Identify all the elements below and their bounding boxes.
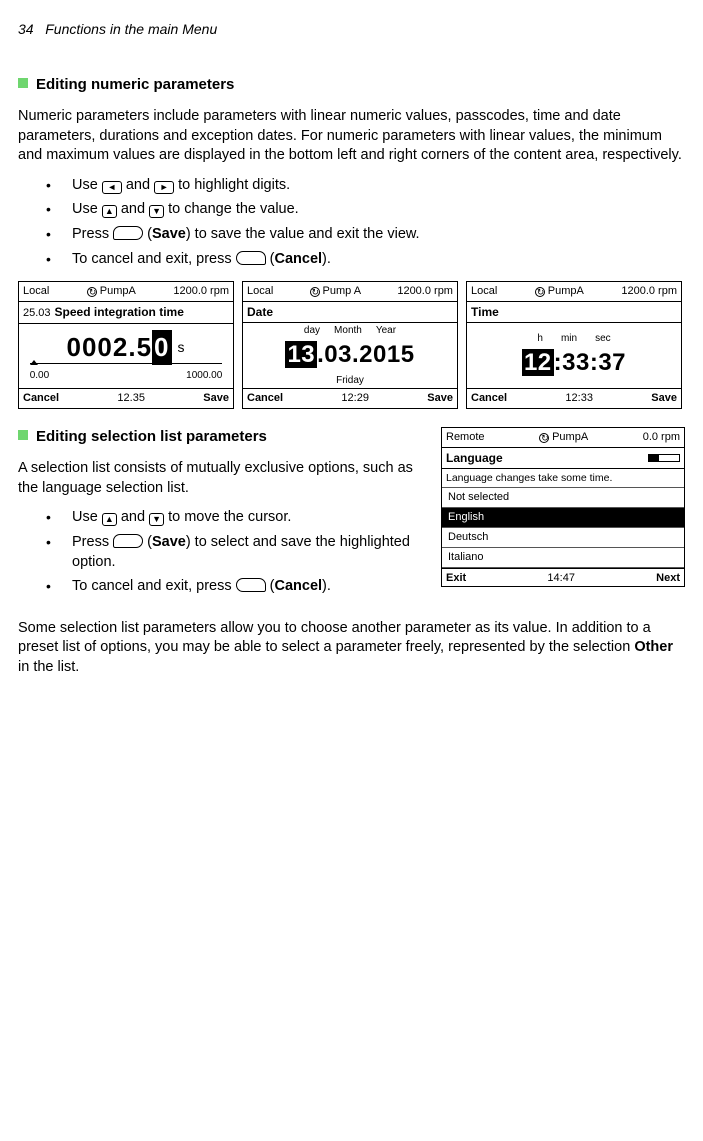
- down-arrow-icon: ▼: [149, 513, 164, 526]
- step-highlight-digits: Use ◄ and ► to highlight digits.: [46, 176, 685, 196]
- lcd1-min: 0.00: [30, 369, 49, 383]
- lcd4-clock: 14:47: [547, 571, 575, 586]
- lcd1-device: PumpA: [100, 284, 136, 299]
- lcd1-value: 0002.50s: [67, 330, 186, 365]
- lcd1-max: 1000.00: [186, 369, 222, 383]
- right-softkey-icon: [236, 578, 266, 592]
- lcd-language: Remote PumpA 0.0 rpm Language Language c…: [441, 427, 685, 587]
- up-arrow-icon: ▲: [102, 205, 117, 218]
- section-editing-numeric: Editing numeric parameters: [18, 75, 685, 95]
- lcd2-highlighted-digit: 13: [285, 341, 317, 368]
- lcd3-highlighted-digit: 12: [522, 349, 554, 376]
- section2-intro: A selection list consists of mutually ex…: [18, 459, 427, 498]
- numeric-screenshots-row: Local PumpA 1200.0 rpm 25.03Speed integr…: [18, 281, 685, 409]
- lcd3-body: h min sec 12:33:37: [467, 323, 681, 388]
- section-editing-selection: Editing selection list parameters: [18, 427, 427, 447]
- lcd4-help-text: Language changes take some time.: [442, 469, 684, 487]
- step-cancel: To cancel and exit, press (Cancel).: [46, 250, 685, 270]
- lcd2-footer: Cancel 12:29 Save: [243, 388, 457, 408]
- left-softkey-icon: [113, 534, 143, 548]
- lcd2-value: 13.03.2015: [285, 339, 414, 371]
- lcd4-exit: Exit: [446, 571, 466, 586]
- lcd2-cancel: Cancel: [247, 391, 283, 406]
- lcd1-statusbar: Local PumpA 1200.0 rpm: [19, 282, 233, 302]
- section2-title: Editing selection list parameters: [36, 428, 267, 445]
- lcd4-device: PumpA: [552, 430, 588, 445]
- section2-closing: Some selection list parameters allow you…: [18, 619, 685, 678]
- lcd3-save: Save: [651, 391, 677, 406]
- lcd1-clock: 12.35: [117, 391, 145, 406]
- right-arrow-icon: ►: [154, 181, 174, 194]
- page-header: 34 Functions in the main Menu: [18, 20, 685, 39]
- rotation-icon: [310, 287, 320, 297]
- left-arrow-icon: ◄: [102, 181, 122, 194]
- lcd2-statusbar: Local Pump A 1200.0 rpm: [243, 282, 457, 302]
- lcd1-range: 0.00 1000.00: [30, 369, 223, 383]
- step-save: Press (Save) to save the value and exit …: [46, 225, 685, 245]
- lcd3-device: PumpA: [548, 284, 584, 299]
- lcd4-mode: Remote: [446, 430, 485, 445]
- section-bullet-icon: [18, 430, 28, 440]
- lcd4-footer: Exit 14:47 Next: [442, 568, 684, 588]
- step-cancel-exit: To cancel and exit, press (Cancel).: [46, 577, 427, 597]
- lcd1-highlighted-digit: 0: [152, 330, 171, 365]
- lcd1-body: 0002.50s 0.00 1000.00: [19, 324, 233, 388]
- lcd3-cancel: Cancel: [471, 391, 507, 406]
- rotation-icon: [87, 287, 97, 297]
- lcd-speed-integration: Local PumpA 1200.0 rpm 25.03Speed integr…: [18, 281, 234, 409]
- lcd2-clock: 12:29: [341, 391, 369, 406]
- lcd3-speed: 1200.0 rpm: [621, 284, 677, 299]
- rotation-icon: [535, 287, 545, 297]
- lcd3-value: 12:33:37: [522, 347, 626, 379]
- up-arrow-icon: ▲: [102, 513, 117, 526]
- scroll-indicator-icon: [648, 454, 680, 462]
- lcd1-mode: Local: [23, 284, 49, 299]
- lang-opt-deutsch: Deutsch: [442, 527, 684, 547]
- section1-intro: Numeric parameters include parameters wi…: [18, 107, 685, 166]
- section-bullet-icon: [18, 78, 28, 88]
- lcd-date: Local Pump A 1200.0 rpm Date day Month Y…: [242, 281, 458, 409]
- lcd4-titlebar: Language: [442, 448, 684, 469]
- step-move-cursor: Use ▲ and ▼ to move the cursor.: [46, 508, 427, 528]
- page-number: 34: [18, 21, 34, 37]
- lcd4-list: Language changes take some time. Not sel…: [442, 469, 684, 568]
- lcd4-statusbar: Remote PumpA 0.0 rpm: [442, 428, 684, 448]
- lcd3-mode: Local: [471, 284, 497, 299]
- lcd3-time-labels: h min sec: [537, 332, 610, 346]
- lcd1-speed: 1200.0 rpm: [173, 284, 229, 299]
- lcd2-save: Save: [427, 391, 453, 406]
- lcd4-speed: 0.0 rpm: [643, 430, 680, 445]
- lcd2-device: Pump A: [323, 284, 362, 299]
- lcd4-title: Language: [446, 450, 503, 466]
- lang-opt-english: English: [442, 507, 684, 527]
- lcd2-dayofweek: Friday: [336, 374, 364, 388]
- lcd3-title: Time: [467, 302, 681, 323]
- lcd2-mode: Local: [247, 284, 273, 299]
- down-arrow-icon: ▼: [149, 205, 164, 218]
- step-select-save: Press (Save) to select and save the high…: [46, 533, 427, 572]
- lcd3-footer: Cancel 12:33 Save: [467, 388, 681, 408]
- lcd2-title: Date: [243, 302, 457, 323]
- lcd2-body: day Month Year 13.03.2015 Friday: [243, 323, 457, 388]
- section1-steps: Use ◄ and ► to highlight digits. Use ▲ a…: [46, 176, 685, 269]
- lcd2-date-labels: day Month Year: [304, 324, 396, 338]
- section1-title: Editing numeric parameters: [36, 76, 234, 93]
- lcd4-next: Next: [656, 571, 680, 586]
- right-softkey-icon: [236, 251, 266, 265]
- step-change-value: Use ▲ and ▼ to change the value.: [46, 200, 685, 220]
- lcd1-save: Save: [203, 391, 229, 406]
- chapter-title: Functions in the main Menu: [45, 21, 217, 37]
- lcd-time: Local PumpA 1200.0 rpm Time h min sec 12…: [466, 281, 682, 409]
- lcd1-title: 25.03Speed integration time: [19, 302, 233, 324]
- lcd1-footer: Cancel 12.35 Save: [19, 388, 233, 408]
- left-softkey-icon: [113, 226, 143, 240]
- lang-opt-not-selected: Not selected: [442, 487, 684, 507]
- lcd2-speed: 1200.0 rpm: [397, 284, 453, 299]
- lcd1-cancel: Cancel: [23, 391, 59, 406]
- lcd3-clock: 12:33: [565, 391, 593, 406]
- lcd3-statusbar: Local PumpA 1200.0 rpm: [467, 282, 681, 302]
- rotation-icon: [539, 433, 549, 443]
- lang-opt-italiano: Italiano: [442, 547, 684, 568]
- section2-steps: Use ▲ and ▼ to move the cursor. Press (S…: [46, 508, 427, 596]
